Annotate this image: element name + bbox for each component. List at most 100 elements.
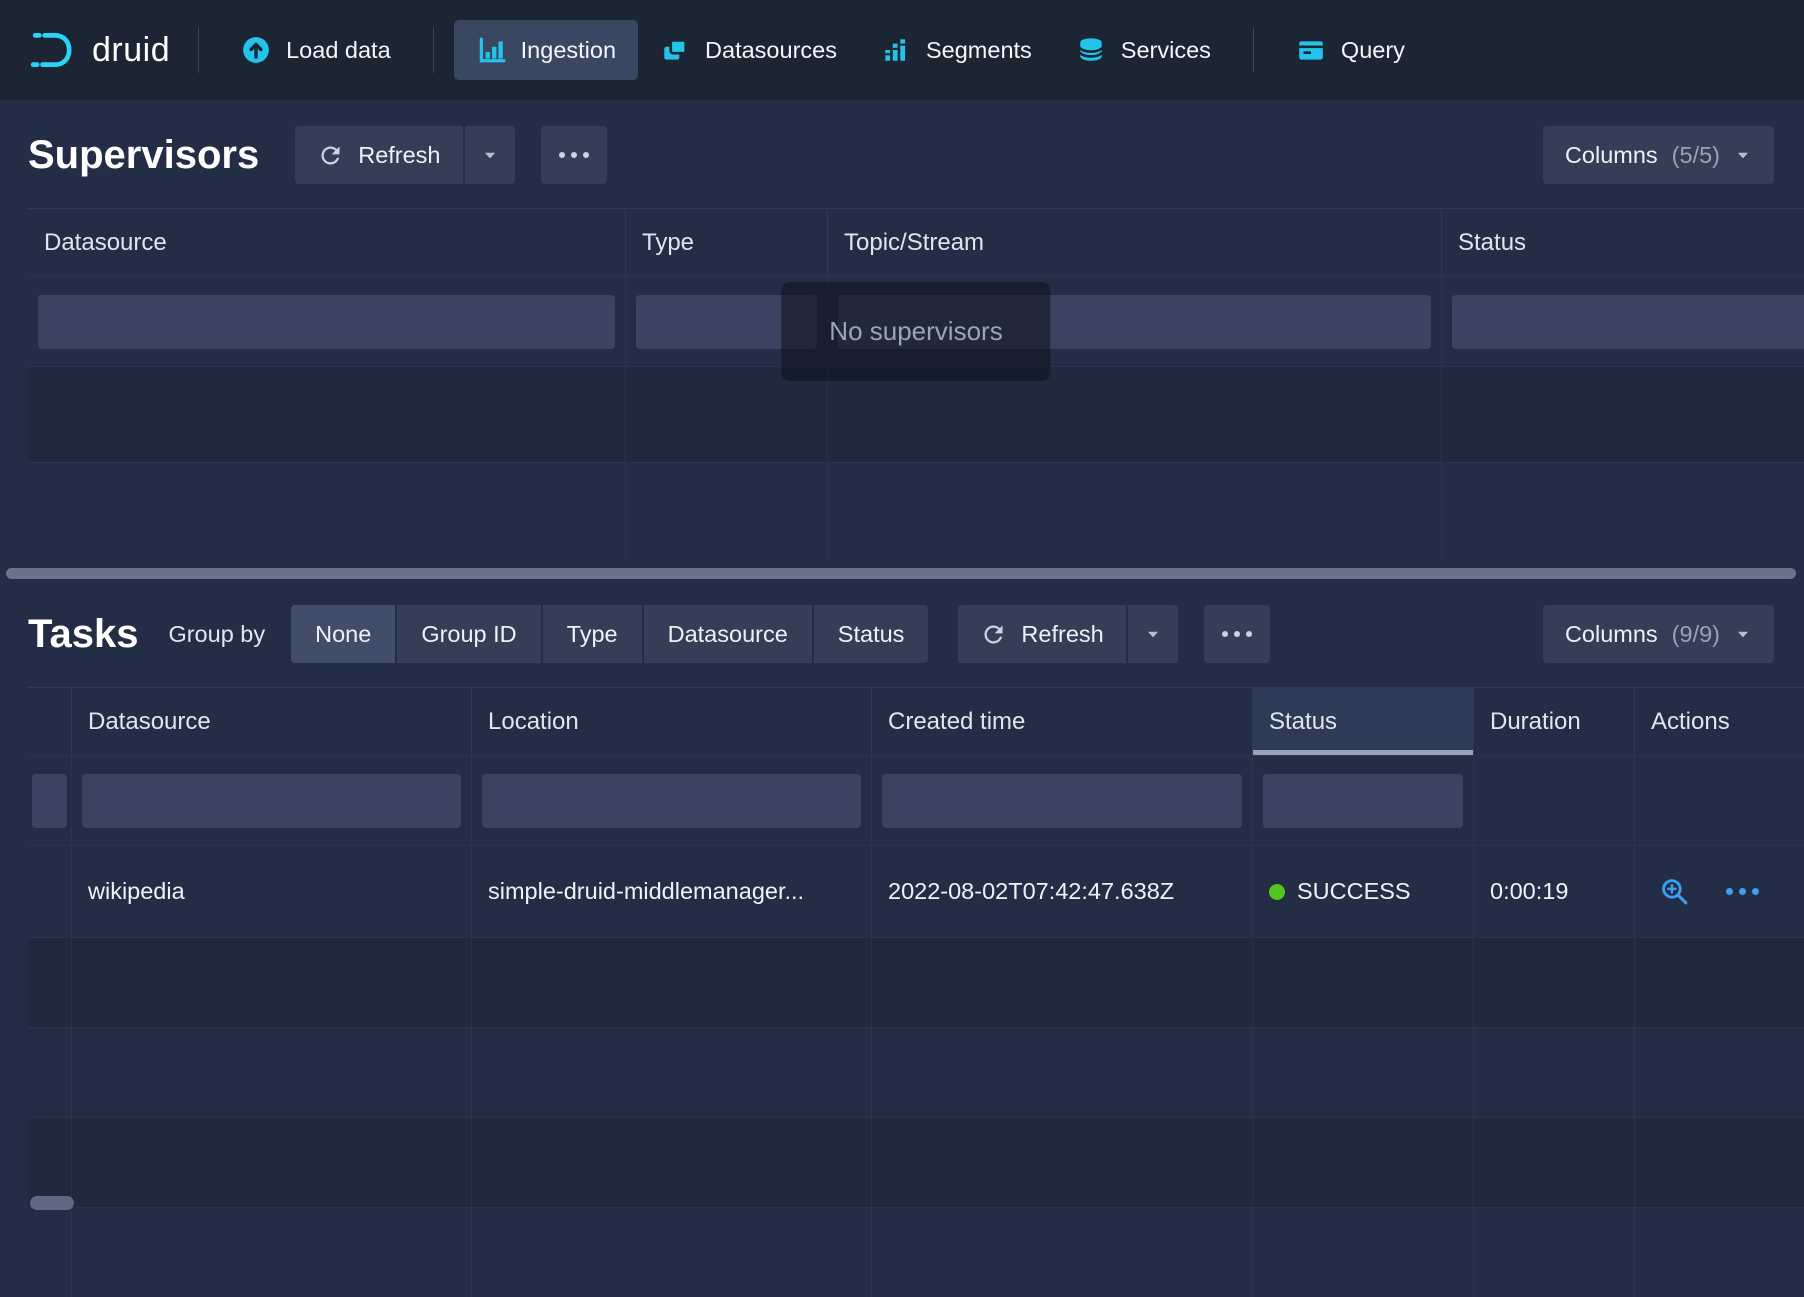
tasks-refresh-button[interactable]: Refresh	[958, 605, 1125, 663]
nav-divider	[433, 27, 434, 73]
chevron-down-icon	[481, 146, 499, 164]
column-header-actions[interactable]: Actions	[1635, 688, 1804, 755]
supervisors-toolbar: Supervisors Refresh Columns (5/5)	[0, 100, 1804, 208]
table-row	[28, 1207, 1804, 1297]
tasks-table-header: Datasource Location Created time Status …	[28, 687, 1804, 755]
nav-item-label: Load data	[286, 37, 391, 64]
druid-logo-icon	[28, 27, 80, 73]
nav-item-segments[interactable]: Segments	[859, 20, 1054, 80]
task-row-wikipedia: wikipedia simple-druid-middlemanager... …	[28, 845, 1804, 937]
tasks-filter-row	[28, 755, 1804, 845]
group-by-label: Group by	[168, 621, 265, 648]
nav-divider	[198, 27, 199, 73]
column-header-duration[interactable]: Duration	[1474, 688, 1635, 755]
tasks-columns-button[interactable]: Columns (9/9)	[1543, 605, 1774, 663]
datasources-icon	[660, 35, 690, 65]
columns-label: Columns	[1565, 142, 1658, 169]
column-header-type[interactable]: Type	[626, 209, 828, 276]
query-icon	[1296, 35, 1326, 65]
task-created-time-cell: 2022-08-02T07:42:47.638Z	[872, 846, 1253, 937]
table-row	[28, 1117, 1804, 1207]
tasks-title: Tasks	[28, 612, 138, 657]
services-icon	[1076, 35, 1106, 65]
column-header-blank	[28, 688, 72, 755]
scrollbar-thumb[interactable]	[30, 1196, 74, 1210]
task-duration-cell: 0:00:19	[1474, 846, 1635, 937]
supervisors-title: Supervisors	[28, 133, 259, 178]
datasource-filter-input[interactable]	[38, 295, 615, 349]
group-by-none-button[interactable]: None	[291, 605, 395, 663]
chevron-down-icon	[1144, 625, 1162, 643]
refresh-icon	[317, 142, 344, 169]
column-header-location[interactable]: Location	[472, 688, 872, 755]
tasks-refresh-dropdown[interactable]	[1128, 605, 1178, 663]
chevron-down-icon	[1734, 146, 1752, 164]
task-actions-cell	[1635, 846, 1804, 937]
row-actions-button[interactable]	[1726, 888, 1759, 895]
tasks-toolbar: Tasks Group by None Group ID Type Dataso…	[0, 579, 1804, 687]
table-row	[28, 462, 1804, 558]
status-filter-input[interactable]	[1452, 295, 1804, 349]
supervisors-more-button[interactable]	[541, 126, 607, 184]
column-header-topic-stream[interactable]: Topic/Stream	[828, 209, 1442, 276]
nav-item-query[interactable]: Query	[1274, 20, 1427, 80]
datasource-filter-input[interactable]	[82, 774, 461, 828]
supervisors-refresh-button[interactable]: Refresh	[295, 126, 462, 184]
tasks-section: Tasks Group by None Group ID Type Dataso…	[0, 579, 1804, 1297]
table-row	[28, 1027, 1804, 1117]
task-datasource-cell: wikipedia	[72, 846, 472, 937]
no-supervisors-message: No supervisors	[781, 282, 1050, 381]
column-header-created-time[interactable]: Created time	[872, 688, 1253, 755]
status-success-dot-icon	[1269, 884, 1285, 900]
upload-icon	[241, 35, 271, 65]
top-nav: druid Load data Ingestion	[0, 0, 1804, 100]
nav-item-ingestion[interactable]: Ingestion	[454, 20, 638, 80]
task-status-cell: SUCCESS	[1253, 846, 1474, 937]
supervisors-columns-button[interactable]: Columns (5/5)	[1543, 126, 1774, 184]
nav-item-label: Ingestion	[521, 37, 616, 64]
narrow-filter-input[interactable]	[32, 774, 67, 828]
columns-count: (9/9)	[1672, 621, 1720, 648]
tasks-table: Datasource Location Created time Status …	[28, 687, 1804, 1297]
group-by-group-id-button[interactable]: Group ID	[397, 605, 540, 663]
columns-label: Columns	[1565, 621, 1658, 648]
column-header-status[interactable]: Status	[1253, 688, 1474, 755]
location-filter-input[interactable]	[482, 774, 861, 828]
columns-count: (5/5)	[1672, 142, 1720, 169]
column-header-status[interactable]: Status	[1442, 209, 1804, 276]
group-by-type-button[interactable]: Type	[543, 605, 642, 663]
more-icon	[1222, 631, 1252, 637]
tasks-refresh-split: Refresh	[958, 605, 1177, 663]
supervisors-section: Supervisors Refresh Columns (5/5)	[0, 100, 1804, 579]
refresh-label: Refresh	[358, 142, 440, 169]
status-filter-input[interactable]	[1263, 774, 1463, 828]
nav-item-load-data[interactable]: Load data	[219, 20, 413, 80]
supervisors-table: Datasource Type Topic/Stream Status No s…	[28, 208, 1804, 558]
nav-item-label: Datasources	[705, 37, 837, 64]
tasks-more-button[interactable]	[1204, 605, 1270, 663]
nav-item-label: Services	[1121, 37, 1211, 64]
group-by-buttons: None Group ID Type Datasource Status	[291, 605, 928, 663]
nav-item-datasources[interactable]: Datasources	[638, 20, 859, 80]
brand-text: druid	[92, 31, 170, 70]
group-by-status-button[interactable]: Status	[814, 605, 929, 663]
supervisors-refresh-split: Refresh	[295, 126, 514, 184]
refresh-icon	[980, 621, 1007, 648]
table-row	[28, 937, 1804, 1027]
group-by-datasource-button[interactable]: Datasource	[644, 605, 812, 663]
nav-item-services[interactable]: Services	[1054, 20, 1233, 80]
horizontal-scrollbar[interactable]	[6, 568, 1796, 579]
supervisors-refresh-dropdown[interactable]	[465, 126, 515, 184]
task-location-cell: simple-druid-middlemanager...	[472, 846, 872, 937]
created-time-filter-input[interactable]	[882, 774, 1242, 828]
druid-logo[interactable]: druid	[28, 27, 170, 73]
column-header-datasource[interactable]: Datasource	[72, 688, 472, 755]
view-detail-button[interactable]	[1659, 876, 1690, 907]
chevron-down-icon	[1734, 625, 1752, 643]
ingestion-icon	[476, 35, 506, 65]
supervisors-table-header: Datasource Type Topic/Stream Status	[28, 208, 1804, 276]
status-badge: SUCCESS	[1297, 878, 1411, 905]
refresh-label: Refresh	[1021, 621, 1103, 648]
nav-item-label: Query	[1341, 37, 1405, 64]
column-header-datasource[interactable]: Datasource	[28, 209, 626, 276]
